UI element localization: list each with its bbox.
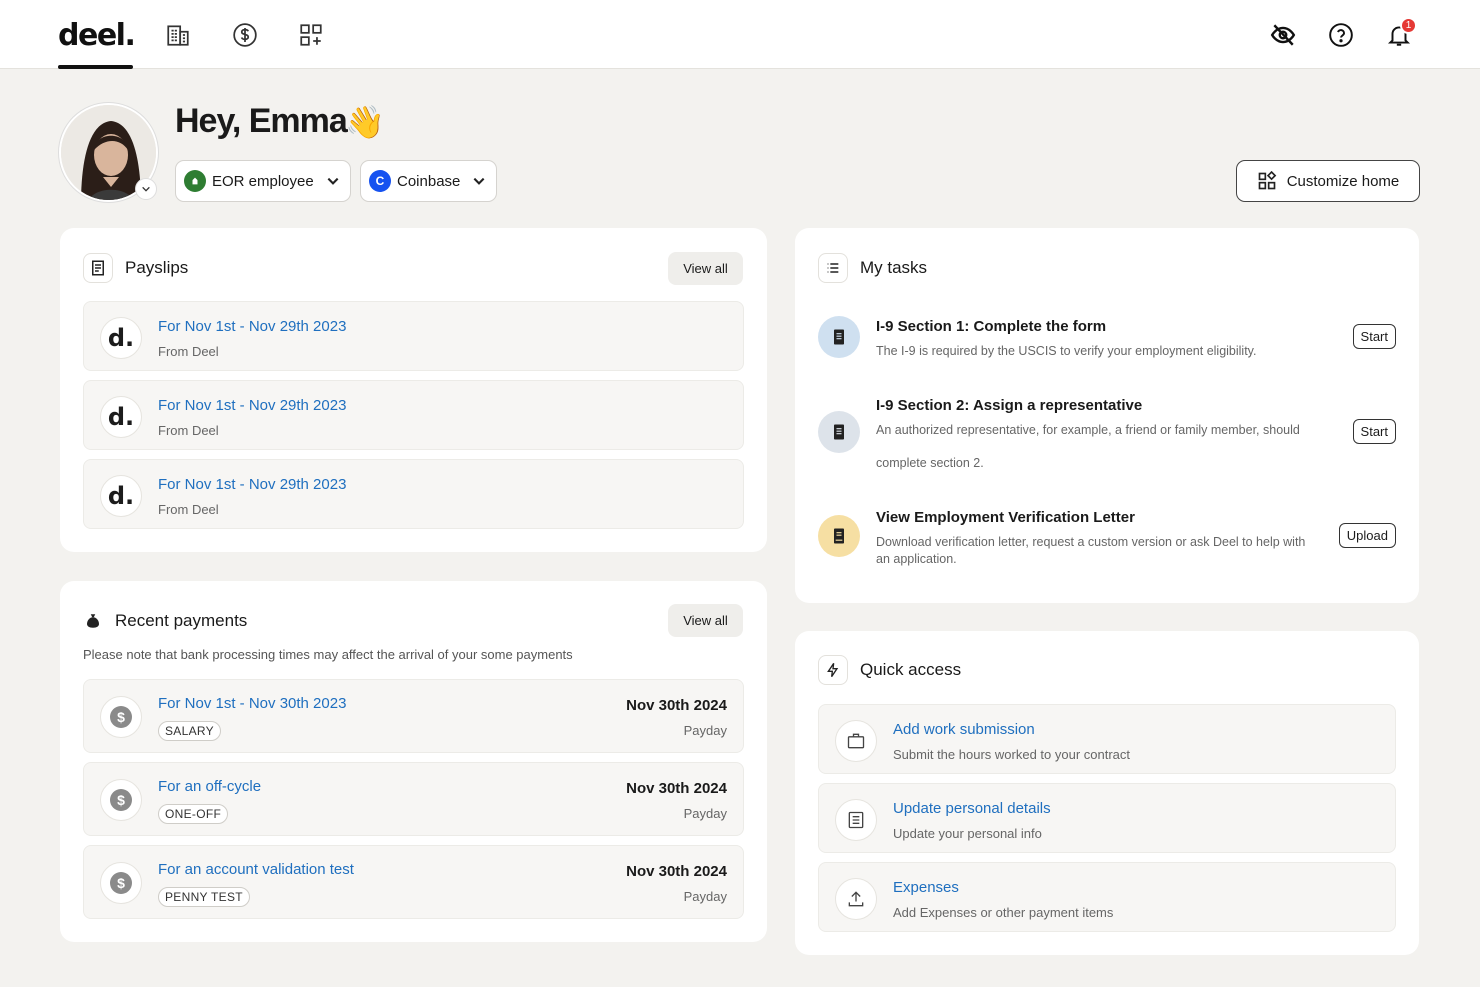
letter-document-icon xyxy=(818,515,860,557)
task-title: I-9 Section 2: Assign a representative xyxy=(876,397,1143,414)
deel-d-logo: d. xyxy=(100,317,142,359)
quick-access-title[interactable]: Update personal details xyxy=(893,800,1051,817)
task-title: View Employment Verification Letter xyxy=(876,509,1135,526)
eor-icon xyxy=(184,170,206,192)
payment-type-tag: SALARY xyxy=(158,721,221,741)
payment-date: Nov 30th 2024 xyxy=(626,697,727,714)
deel-d-logo: d. xyxy=(100,475,142,517)
payment-title[interactable]: For an off-cycle xyxy=(158,778,261,795)
deel-d-logo: d. xyxy=(100,396,142,438)
dollar-icon: $ xyxy=(100,696,142,738)
payslips-title: Payslips xyxy=(125,258,189,277)
briefcase-icon xyxy=(835,720,877,762)
task-start-button[interactable]: Start xyxy=(1352,324,1396,349)
payment-type-tag: ONE-OFF xyxy=(158,804,229,824)
avatar-menu-chevron-icon[interactable] xyxy=(135,178,157,200)
payslip-source: From Deel xyxy=(158,344,219,359)
customize-home-button[interactable]: Customize home xyxy=(1236,160,1420,202)
quick-access-title[interactable]: Expenses xyxy=(893,879,959,896)
quick-access-item-expenses[interactable]: Expenses Add Expenses or other payment i… xyxy=(818,862,1396,932)
top-nav: deel. 1 xyxy=(0,0,1480,69)
payment-row[interactable]: $ For Nov 1st - Nov 30th 2023 SALARY Nov… xyxy=(83,679,744,753)
eye-off-icon[interactable] xyxy=(1270,22,1296,48)
payslip-row[interactable]: d. For Nov 1st - Nov 29th 2023 From Deel xyxy=(83,380,744,450)
role-dropdown[interactable]: EOR employee xyxy=(175,160,351,202)
form-document-icon xyxy=(818,316,860,358)
payslips-view-all-button[interactable]: View all xyxy=(668,252,743,285)
form-document-icon xyxy=(818,411,860,453)
payment-date-label: Payday xyxy=(683,806,727,821)
task-description: The I-9 is required by the USCIS to veri… xyxy=(876,344,1257,358)
building-icon[interactable] xyxy=(165,22,191,48)
dollar-icon: $ xyxy=(100,862,142,904)
tasks-title: My tasks xyxy=(860,258,928,277)
upload-icon xyxy=(835,878,877,920)
lightning-icon xyxy=(818,655,848,685)
payment-date: Nov 30th 2024 xyxy=(626,863,727,880)
wave-emoji: 👋 xyxy=(345,104,385,140)
active-tab-indicator xyxy=(58,65,133,69)
deel-logo[interactable]: deel. xyxy=(58,18,136,53)
payment-row[interactable]: $ For an off-cycle ONE-OFF Nov 30th 2024… xyxy=(83,762,744,836)
customize-home-label: Customize home xyxy=(1286,172,1400,190)
coinbase-icon: C xyxy=(369,170,391,192)
task-title: I-9 Section 1: Complete the form xyxy=(876,318,1107,335)
recent-payments-card: Recent payments View all Please note tha… xyxy=(60,581,767,942)
quick-access-item-personal-details[interactable]: Update personal details Update your pers… xyxy=(818,783,1396,853)
payslip-icon xyxy=(83,253,113,283)
document-icon xyxy=(835,799,877,841)
notification-badge: 1 xyxy=(1400,17,1417,34)
chevron-down-icon xyxy=(327,177,339,185)
greeting-title: Hey, Emma xyxy=(175,102,348,140)
quick-access-description: Update your personal info xyxy=(893,826,1042,841)
task-description: Download verification letter, request a … xyxy=(876,535,1306,566)
company-label: Coinbase xyxy=(397,172,461,190)
payment-date-label: Payday xyxy=(683,889,727,904)
apps-icon[interactable] xyxy=(298,22,324,48)
dollar-icon: $ xyxy=(100,779,142,821)
task-start-button[interactable]: Start xyxy=(1352,419,1396,444)
payment-date-label: Payday xyxy=(683,723,727,738)
chevron-down-icon xyxy=(473,177,485,185)
help-icon[interactable] xyxy=(1328,22,1354,48)
payslip-source: From Deel xyxy=(158,423,219,438)
payslip-source: From Deel xyxy=(158,502,219,517)
company-dropdown[interactable]: C Coinbase xyxy=(360,160,498,202)
task-upload-button[interactable]: Upload xyxy=(1338,523,1396,548)
payslips-header: Payslips xyxy=(83,253,188,283)
task-description: An authorized representative, for exampl… xyxy=(876,423,1300,437)
payslip-title[interactable]: For Nov 1st - Nov 29th 2023 xyxy=(158,397,346,414)
quick-access-item-work-submission[interactable]: Add work submission Submit the hours wor… xyxy=(818,704,1396,774)
quick-access-title: Quick access xyxy=(860,660,962,679)
payments-view-all-button[interactable]: View all xyxy=(668,604,743,637)
payment-row[interactable]: $ For an account validation test PENNY T… xyxy=(83,845,744,919)
payments-header: Recent payments xyxy=(83,606,247,636)
payslip-row[interactable]: d. For Nov 1st - Nov 29th 2023 From Deel xyxy=(83,459,744,529)
my-tasks-card: My tasks I-9 Section 1: Complete the for… xyxy=(795,228,1419,603)
payslips-card: Payslips View all d. For Nov 1st - Nov 2… xyxy=(60,228,767,552)
widgets-icon xyxy=(1258,171,1277,190)
payslip-title[interactable]: For Nov 1st - Nov 29th 2023 xyxy=(158,318,346,335)
payslip-row[interactable]: d. For Nov 1st - Nov 29th 2023 From Deel xyxy=(83,301,744,371)
role-label: EOR employee xyxy=(212,172,314,190)
quick-access-card: Quick access Add work submission Submit … xyxy=(795,631,1419,955)
payments-title: Recent payments xyxy=(115,611,248,630)
payslip-title[interactable]: For Nov 1st - Nov 29th 2023 xyxy=(158,476,346,493)
payment-type-tag: PENNY TEST xyxy=(158,887,250,907)
payment-title[interactable]: For an account validation test xyxy=(158,861,354,878)
payments-note: Please note that bank processing times m… xyxy=(83,647,573,662)
quick-access-header: Quick access xyxy=(818,655,961,685)
dollar-circle-icon[interactable] xyxy=(232,22,258,48)
quick-access-title[interactable]: Add work submission xyxy=(893,721,1035,738)
quick-access-description: Add Expenses or other payment items xyxy=(893,905,1114,920)
list-icon xyxy=(818,253,848,283)
task-description-continued: complete section 2. xyxy=(876,456,984,470)
tasks-header: My tasks xyxy=(818,253,927,283)
quick-access-description: Submit the hours worked to your contract xyxy=(893,747,1131,762)
payment-date: Nov 30th 2024 xyxy=(626,780,727,797)
money-bag-icon xyxy=(83,606,103,636)
payment-title[interactable]: For Nov 1st - Nov 30th 2023 xyxy=(158,695,346,712)
